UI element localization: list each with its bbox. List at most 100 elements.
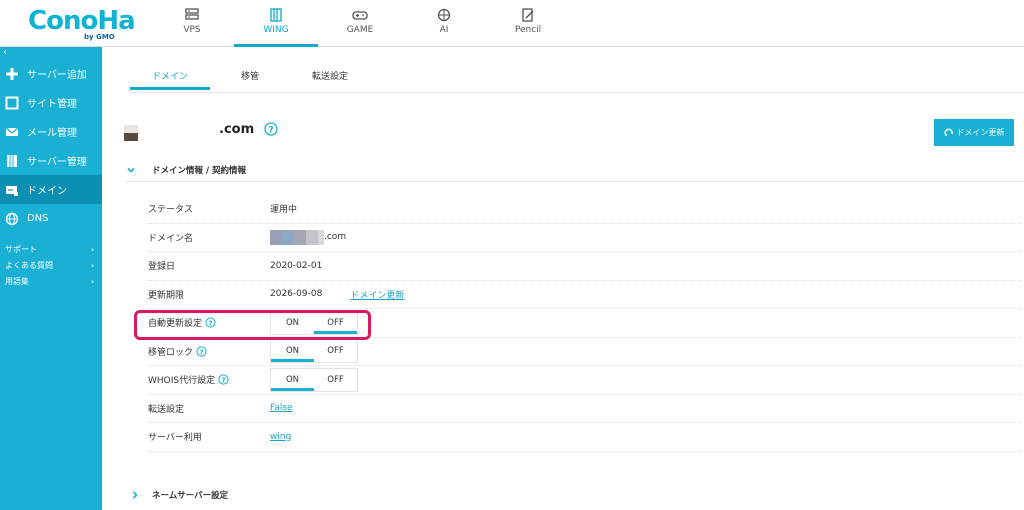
domain-renew-link[interactable]: ドメイン更新 xyxy=(350,288,404,301)
topnav-label: VPS xyxy=(183,25,201,35)
row-domain-name: ドメイン名 .com xyxy=(148,224,1022,252)
logo-sub: by GMO xyxy=(84,33,115,41)
sidebar-link-glossary[interactable]: 用語集 › xyxy=(0,273,102,289)
book-icon xyxy=(270,8,282,22)
redacted-block xyxy=(124,125,138,133)
topnav-label: AI xyxy=(439,25,449,35)
help-icon[interactable]: ? xyxy=(196,346,207,357)
annotation-highlight xyxy=(134,310,371,340)
chevron-right-icon xyxy=(132,491,138,499)
sidebar-item-label: DNS xyxy=(27,213,49,224)
row-value: 運用中 xyxy=(270,205,298,216)
help-icon[interactable]: ? xyxy=(218,374,229,385)
row-label: ドメイン名 xyxy=(148,233,194,244)
domain-heading: .com ? xyxy=(124,117,278,141)
mail-icon xyxy=(5,127,19,136)
row-value: 2026-09-08 ドメイン更新 xyxy=(270,288,404,301)
transfer-lock-on[interactable]: ON xyxy=(271,340,314,363)
chevron-down-icon xyxy=(127,167,135,173)
topnav-label: GAME xyxy=(346,25,374,35)
sidebar-links: サポート › よくある質問 › 用語集 › xyxy=(0,241,102,289)
renew-button-label: ドメイン更新 xyxy=(956,128,1005,137)
top-bar: ConoHa by GMO VPS WING GAME AI Pencil xyxy=(0,0,1024,47)
topnav-vps[interactable]: VPS xyxy=(150,0,234,47)
row-label: 転送設定 xyxy=(148,404,185,415)
sidebar-link-faq[interactable]: よくある質問 › xyxy=(0,257,102,273)
row-label: 更新期限 xyxy=(148,290,185,301)
main-content: ドメイン 移管 転送設定 .com ? ドメイン更新 ドメイン情報 / 契約情報… xyxy=(102,47,1024,510)
row-label: 登録日 xyxy=(148,262,176,273)
plus-icon xyxy=(6,67,18,80)
domain-icon xyxy=(6,185,18,196)
server-icon xyxy=(185,8,199,20)
brain-icon xyxy=(437,8,451,22)
topnav-ai[interactable]: AI xyxy=(402,0,486,47)
topnav-game[interactable]: GAME xyxy=(318,0,402,47)
sidebar-link-label: よくある質問 xyxy=(5,260,53,270)
domain-renew-button[interactable]: ドメイン更新 xyxy=(934,119,1014,146)
row-registered: 登録日 2020-02-01 xyxy=(148,252,1022,281)
row-server-use: サーバー利用 wing xyxy=(148,423,1022,452)
section-title: ネームサーバー設定 xyxy=(152,491,229,501)
server-use-link[interactable]: wing xyxy=(270,432,291,442)
row-label: 移管ロック ? xyxy=(148,345,270,358)
redacted-block xyxy=(270,229,282,245)
expiry-date: 2026-09-08 xyxy=(270,289,323,300)
row-label: WHOIS代行設定 ? xyxy=(148,373,270,386)
domain-suffix: .com xyxy=(324,232,347,243)
conoha-logo[interactable]: ConoHa by GMO xyxy=(28,6,136,44)
row-value: .com xyxy=(270,229,347,245)
sidebar-link-label: サポート xyxy=(5,244,37,254)
logo-text: ConoHa xyxy=(28,6,136,36)
whois-label: WHOIS代行設定 xyxy=(148,376,216,387)
sidebar-item-site[interactable]: サイト管理 xyxy=(0,88,102,117)
whois-off[interactable]: OFF xyxy=(314,369,357,391)
whois-on[interactable]: ON xyxy=(271,369,314,391)
row-forwarding: 転送設定 False xyxy=(148,395,1022,423)
sidebar-item-dns[interactable]: DNS xyxy=(0,204,102,233)
topnav-pencil[interactable]: Pencil xyxy=(486,0,570,47)
tab-transfer[interactable]: 移管 xyxy=(210,59,290,90)
svg-text:?: ? xyxy=(199,347,203,356)
section-domain-info[interactable]: ドメイン情報 / 契約情報 xyxy=(126,158,1024,182)
transfer-lock-off[interactable]: OFF xyxy=(314,340,357,362)
forwarding-link[interactable]: False xyxy=(270,403,293,413)
sidebar-item-server[interactable]: サーバー管理 xyxy=(0,146,102,175)
globe-icon xyxy=(5,212,19,225)
chevron-right-icon: › xyxy=(90,276,94,286)
sidebar-link-support[interactable]: サポート › xyxy=(0,241,102,257)
redacted-block xyxy=(282,229,294,245)
tab-domain[interactable]: ドメイン xyxy=(130,59,210,90)
sidebar-item-domain[interactable]: ドメイン xyxy=(0,175,102,204)
sidebar-item-label: サーバー追加 xyxy=(27,70,87,81)
redacted-block xyxy=(294,229,306,245)
top-nav: VPS WING GAME AI Pencil xyxy=(150,0,570,47)
row-expiry: 更新期限 2026-09-08 ドメイン更新 xyxy=(148,281,1022,309)
sidebar: ‹ サーバー追加 サイト管理 メール管理 サーバー管理 ドメイン DNS サポー… xyxy=(0,47,102,510)
row-label: サーバー利用 xyxy=(148,433,202,444)
whois-toggle: ON OFF xyxy=(270,367,358,392)
row-transfer-lock: 移管ロック ? ON OFF xyxy=(148,338,1022,366)
help-icon[interactable]: ? xyxy=(264,122,278,136)
sidebar-link-label: 用語集 xyxy=(5,276,29,286)
topnav-wing[interactable]: WING xyxy=(234,0,318,47)
redacted-block xyxy=(124,133,138,141)
server-manage-icon xyxy=(7,154,17,167)
pencil-icon xyxy=(522,8,534,22)
svg-text:?: ? xyxy=(269,126,274,136)
tab-divider xyxy=(130,92,1024,93)
sidebar-item-mail[interactable]: メール管理 xyxy=(0,117,102,146)
svg-text:?: ? xyxy=(221,376,225,385)
sidebar-item-label: サーバー管理 xyxy=(27,157,87,168)
transfer-lock-label: 移管ロック xyxy=(148,347,194,358)
tab-forwarding[interactable]: 転送設定 xyxy=(290,59,370,90)
row-value: 2020-02-01 xyxy=(270,260,323,271)
row-status: ステータス 運用中 xyxy=(148,195,1022,224)
sidebar-item-add-server[interactable]: サーバー追加 xyxy=(0,59,102,88)
section-nameserver[interactable]: ネームサーバー設定 xyxy=(130,489,228,501)
topnav-label: WING xyxy=(263,25,289,35)
chevron-right-icon: › xyxy=(90,260,94,270)
refresh-icon xyxy=(944,128,953,136)
square-icon xyxy=(5,96,19,109)
sidebar-collapse-button[interactable]: ‹ xyxy=(0,47,102,59)
